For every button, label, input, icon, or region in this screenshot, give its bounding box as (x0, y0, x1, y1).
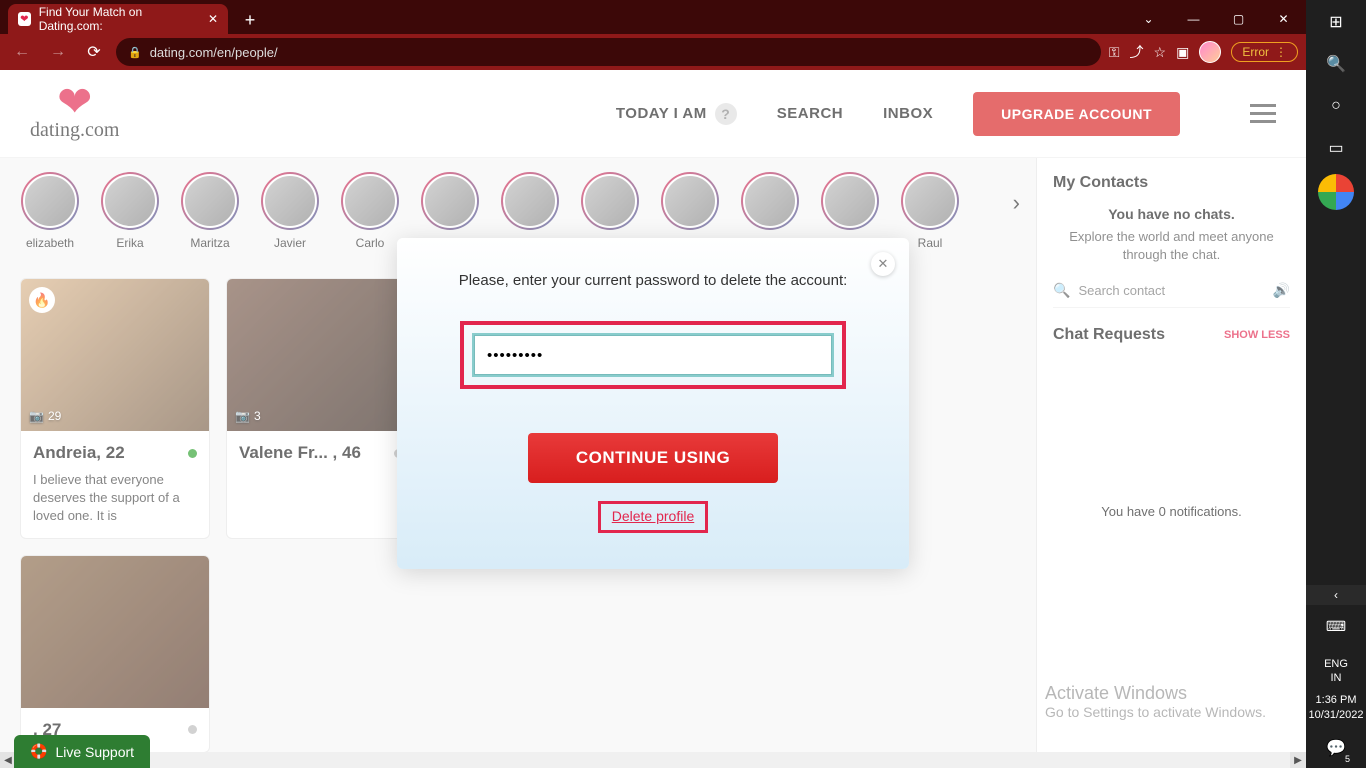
tab-favicon: ❤ (18, 12, 31, 26)
continue-using-button[interactable]: CONTINUE USING (528, 433, 778, 483)
password-input[interactable] (474, 335, 832, 375)
kebab-icon: ⋮ (1275, 45, 1287, 59)
live-support-button[interactable]: 🛟 Live Support (14, 735, 150, 768)
back-button[interactable]: ← (8, 38, 36, 66)
tab-close-icon[interactable]: ✕ (208, 12, 218, 26)
address-bar[interactable]: 🔒 dating.com/en/people/ (116, 38, 1101, 66)
url-text: dating.com/en/people/ (150, 45, 278, 60)
window-minimize-icon[interactable]: — (1171, 4, 1216, 34)
extensions-icon[interactable]: ▣ (1176, 44, 1189, 61)
forward-button[interactable]: → (44, 38, 72, 66)
error-label: Error (1242, 45, 1269, 59)
tray-expand-icon[interactable]: ‹ (1306, 585, 1366, 605)
key-icon[interactable]: ⚿ (1109, 44, 1120, 61)
reload-button[interactable]: ⟳ (80, 38, 108, 66)
delete-profile-link[interactable]: Delete profile (612, 508, 695, 524)
chevron-down-icon[interactable]: ⌄ (1126, 4, 1171, 34)
windows-taskbar: ⊞ 🔍 ○ ▭ ‹ ⌨ ENG IN 1:36 PM 10/31/2022 💬5 (1306, 0, 1366, 768)
input-method-icon[interactable]: ⌨ (1316, 607, 1356, 647)
page: ❤ dating.com TODAY I AM ? SEARCH INBOX U… (0, 70, 1306, 768)
modal-close-button[interactable]: ✕ (871, 252, 895, 276)
modal-backdrop: ✕ Please, enter your current password to… (0, 70, 1306, 768)
windows-start-icon[interactable]: ⊞ (1316, 2, 1356, 42)
profile-avatar[interactable] (1199, 41, 1221, 63)
delete-account-modal: ✕ Please, enter your current password to… (397, 238, 909, 569)
delete-highlight: Delete profile (598, 501, 708, 533)
error-pill[interactable]: Error ⋮ (1231, 42, 1298, 62)
star-icon[interactable]: ☆ (1154, 44, 1167, 61)
window-maximize-icon[interactable]: ▢ (1216, 4, 1261, 34)
cortana-icon[interactable]: ○ (1316, 86, 1356, 126)
browser-toolbar: ← → ⟳ 🔒 dating.com/en/people/ ⚿ ⤴ ☆ ▣ Er… (0, 34, 1306, 70)
language-indicator[interactable]: ENG IN (1324, 653, 1348, 690)
browser-tab[interactable]: ❤ Find Your Match on Dating.com: ✕ (8, 4, 228, 34)
clock[interactable]: 1:36 PM 10/31/2022 (1308, 689, 1363, 726)
window-close-icon[interactable]: ✕ (1261, 4, 1306, 34)
chrome-app-icon[interactable] (1318, 174, 1354, 210)
modal-prompt: Please, enter your current password to d… (437, 272, 869, 289)
new-tab-button[interactable]: + (236, 6, 264, 34)
notifications-icon[interactable]: 💬5 (1316, 728, 1356, 768)
password-highlight (460, 321, 846, 389)
share-icon[interactable]: ⤴ (1130, 42, 1144, 62)
support-icon: 🛟 (30, 743, 47, 760)
search-icon[interactable]: 🔍 (1316, 44, 1356, 84)
browser-titlebar: ❤ Find Your Match on Dating.com: ✕ + ⌄ —… (0, 0, 1306, 34)
tab-title: Find Your Match on Dating.com: (39, 5, 194, 33)
lock-icon: 🔒 (128, 46, 142, 59)
task-view-icon[interactable]: ▭ (1316, 128, 1356, 168)
